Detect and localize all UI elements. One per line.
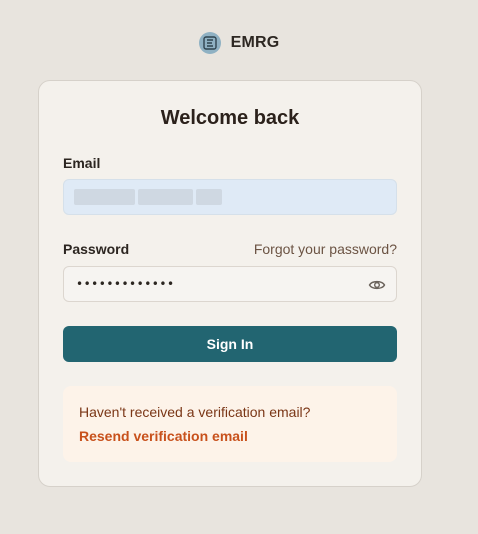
page-title: Welcome back [160, 107, 300, 129]
password-label: Password [63, 241, 130, 257]
eye-icon[interactable] [368, 276, 386, 294]
password-field[interactable]: ••••••••••••• [63, 266, 397, 302]
forgot-password-link[interactable]: Forgot your password? [254, 241, 397, 257]
verification-notice-text: Haven't received a verification email? [79, 404, 311, 420]
sign-in-button[interactable]: Sign In [63, 326, 397, 362]
email-field[interactable] [63, 179, 397, 215]
brand-name: EMRG [230, 34, 280, 51]
login-card: Welcome back Email Password Forgot your … [38, 80, 422, 487]
brand-header: EMRG [0, 31, 478, 55]
password-masked-value: ••••••••••••• [76, 277, 175, 291]
email-label: Email [63, 155, 101, 171]
verification-notice: Haven't received a verification email? R… [63, 386, 397, 462]
resend-verification-link[interactable]: Resend verification email [79, 428, 248, 444]
emrg-logo-icon [198, 32, 221, 54]
email-redacted-value [74, 189, 222, 205]
